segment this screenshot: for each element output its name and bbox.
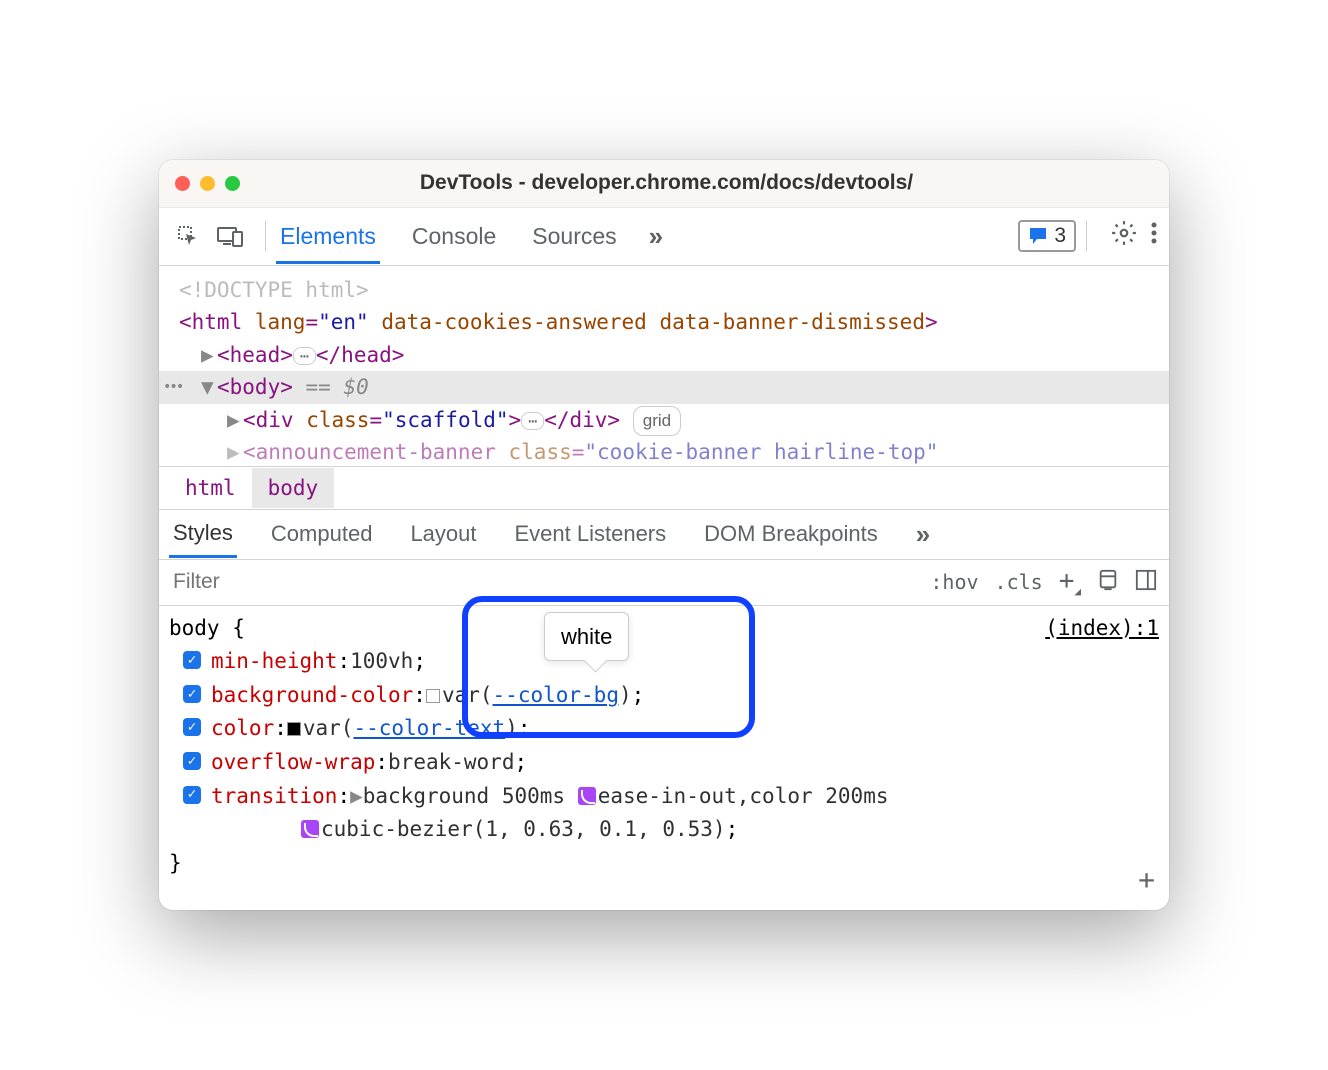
titlebar: DevTools - developer.chrome.com/docs/dev… [159,160,1169,208]
easing-editor-icon[interactable] [301,820,319,838]
styles-rule-block: body { (index):1 min-height: 100vh; back… [159,606,1169,911]
css-property[interactable]: transition [211,780,337,814]
grid-badge[interactable]: grid [633,406,681,436]
tab-dom-breakpoints[interactable]: DOM Breakpoints [700,511,882,557]
dom-announcement-banner[interactable]: ▶<announcement-banner class="cookie-bann… [159,436,1169,465]
tab-event-listeners[interactable]: Event Listeners [511,511,671,557]
divider [1086,221,1087,251]
tooltip-text: white [561,624,612,649]
tab-console[interactable]: Console [408,209,500,264]
window-title: DevTools - developer.chrome.com/docs/dev… [180,171,1153,195]
css-declaration[interactable]: min-height: 100vh; [183,645,1159,679]
selected-marker: == $0 [306,375,369,399]
easing-editor-icon[interactable] [578,787,596,805]
css-declaration[interactable]: overflow-wrap: break-word; [183,746,1159,780]
toggle-checkbox[interactable] [183,651,201,669]
panel-tabs: Elements Console Sources » [276,209,1018,264]
collapse-icon[interactable]: ▼ [201,371,215,404]
css-declaration[interactable]: transition: ▶ background 500ms ease-in-o… [183,780,1159,847]
css-property[interactable]: color [211,712,274,746]
issues-badge[interactable]: 3 [1018,220,1076,252]
dom-html-tag[interactable]: <html lang="en" data-cookies-answered da… [159,306,1169,339]
settings-icon[interactable] [1111,220,1137,252]
css-property[interactable]: overflow-wrap [211,746,375,780]
more-options-icon[interactable] [1151,221,1157,251]
css-value[interactable]: 100vh [350,645,413,679]
expand-icon[interactable]: ▶ [227,404,241,437]
source-link[interactable]: (index):1 [1045,612,1159,646]
color-swatch-icon[interactable] [287,722,301,736]
inspect-element-icon[interactable] [171,219,205,253]
hover-toggle[interactable]: :hov [930,570,978,594]
dom-head-tag[interactable]: ▶<head>⋯</head> [159,339,1169,372]
styles-toolbar: :hov .cls +◢ [918,566,1169,598]
add-declaration-icon[interactable]: + [1138,858,1155,903]
tab-computed[interactable]: Computed [267,511,377,557]
tab-sources[interactable]: Sources [528,209,620,264]
toggle-checkbox[interactable] [183,685,201,703]
css-value[interactable]: break-word [388,746,514,780]
color-tooltip: white [544,612,629,661]
message-icon [1028,227,1048,245]
css-declaration[interactable]: color: var(--color-text); [183,712,1159,746]
expand-icon[interactable]: ▶ [350,780,363,814]
toggle-checkbox[interactable] [183,786,201,804]
devtools-window: DevTools - developer.chrome.com/docs/dev… [159,160,1169,911]
css-value[interactable]: cubic-bezier(1, 0.63, 0.1, 0.53) [301,817,726,841]
expand-icon[interactable]: ▶ [201,339,215,372]
css-value[interactable]: var(--color-text) [287,712,518,746]
dom-div-scaffold[interactable]: ▶<div class="scaffold">⋯</div> grid [159,404,1169,437]
tab-elements[interactable]: Elements [276,209,380,264]
copy-styles-icon[interactable] [1097,569,1119,596]
css-property[interactable]: background-color [211,679,413,713]
cls-toggle[interactable]: .cls [995,570,1043,594]
breadcrumb-body[interactable]: body [252,468,335,508]
breadcrumb-html[interactable]: html [169,468,252,508]
tab-layout[interactable]: Layout [406,511,480,557]
main-toolbar: Elements Console Sources » 3 [159,208,1169,266]
dom-tree[interactable]: <!DOCTYPE html> <html lang="en" data-coo… [159,266,1169,466]
more-tabs-icon[interactable]: » [916,519,930,550]
css-variable-link[interactable]: --color-text [353,716,505,740]
rule-close-brace: } [169,847,1159,881]
new-style-rule-icon[interactable]: +◢ [1059,566,1081,598]
divider [265,221,266,251]
toggle-checkbox[interactable] [183,752,201,770]
css-value[interactable]: ▶ background 500ms ease-in-out,color 200… [350,780,888,814]
styles-filter-row: :hov .cls +◢ [159,560,1169,606]
collapsed-content-icon[interactable]: ⋯ [521,412,544,430]
css-value[interactable]: var(--color-bg) [426,679,632,713]
more-tabs-icon[interactable]: » [649,221,663,252]
css-property[interactable]: min-height [211,645,337,679]
computed-sidebar-icon[interactable] [1135,569,1157,596]
dom-doctype[interactable]: <!DOCTYPE html> [159,274,1169,307]
dom-body-tag-selected[interactable]: ▼<body> == $0 [159,371,1169,404]
expand-icon[interactable]: ▶ [227,436,241,465]
css-declaration[interactable]: background-color: var(--color-bg); [183,679,1159,713]
tab-styles[interactable]: Styles [169,510,237,558]
css-variable-link[interactable]: --color-bg [493,683,619,707]
color-swatch-icon[interactable] [426,689,440,703]
css-selector[interactable]: body { [169,612,245,646]
collapsed-content-icon[interactable]: ⋯ [293,347,316,365]
dom-breadcrumb: html body [159,466,1169,510]
styles-filter-input[interactable] [159,570,918,594]
device-toolbar-icon[interactable] [213,219,247,253]
styles-panel-tabs: Styles Computed Layout Event Listeners D… [159,510,1169,560]
issues-count: 3 [1054,224,1066,248]
toggle-checkbox[interactable] [183,718,201,736]
